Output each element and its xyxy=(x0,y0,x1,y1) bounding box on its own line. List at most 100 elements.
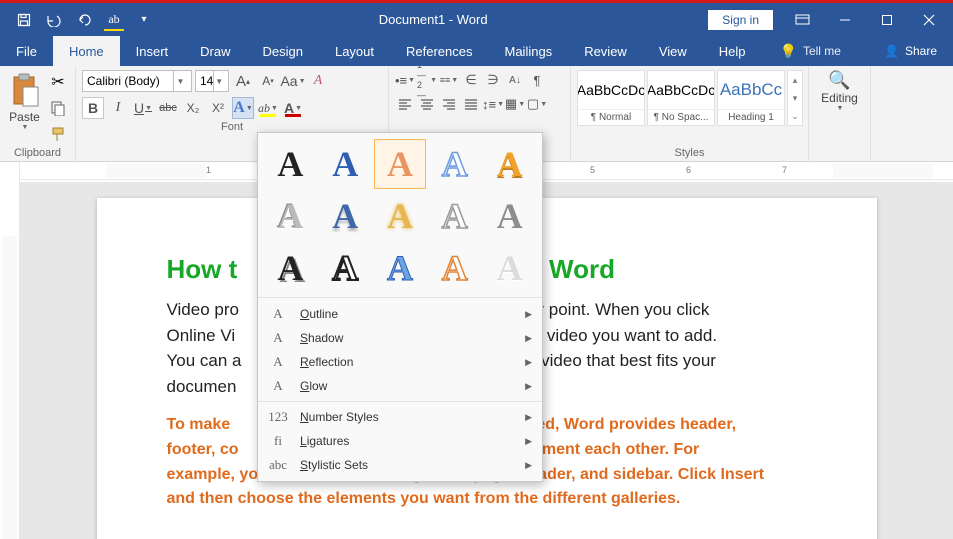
minimize-icon[interactable] xyxy=(825,6,865,34)
bulb-icon: 💡 xyxy=(780,43,797,60)
grow-font-icon[interactable]: A▴ xyxy=(232,70,254,92)
redo-icon[interactable] xyxy=(70,7,98,33)
change-case-button[interactable]: Aa▼ xyxy=(282,70,304,92)
font-name-combo[interactable]: Calibri (Body)▼ xyxy=(82,70,192,92)
tab-mailings[interactable]: Mailings xyxy=(489,36,569,66)
underline-button[interactable]: U▼ xyxy=(132,97,154,119)
chevron-down-icon: ▼ xyxy=(22,124,29,131)
subscript-button[interactable]: X₂ xyxy=(182,97,204,119)
ribbon-tabs: File Home Insert Draw Design Layout Refe… xyxy=(0,36,953,66)
style-normal[interactable]: AaBbCcDc¶ Normal xyxy=(577,70,645,126)
editing-button[interactable]: 🔍 Editing ▼ xyxy=(815,70,864,112)
effect-icon: A xyxy=(268,330,288,346)
close-icon[interactable] xyxy=(909,6,949,34)
text-effect-preset[interactable]: A xyxy=(374,139,427,189)
paste-button[interactable]: Paste ▼ xyxy=(6,70,43,131)
clear-formatting-icon[interactable]: A xyxy=(307,70,329,92)
text-effect-preset[interactable]: A xyxy=(374,191,427,241)
title-bar: ab ▾ Document1 - Word Sign in xyxy=(0,3,953,36)
numbering-icon[interactable]: 1—2—▼ xyxy=(417,70,437,90)
chevron-right-icon: ▶ xyxy=(525,412,532,423)
align-center-icon[interactable] xyxy=(417,94,437,114)
text-effect-stylistic-sets[interactable]: abcStylistic Sets▶ xyxy=(258,453,542,477)
style-heading-1[interactable]: AaBbCcHeading 1 xyxy=(717,70,785,126)
save-icon[interactable] xyxy=(10,7,38,33)
text-effect-preset[interactable]: A xyxy=(483,139,536,189)
text-effect-preset[interactable]: A xyxy=(428,139,481,189)
qat-more-icon[interactable]: ▾ xyxy=(130,7,158,33)
group-clipboard-label: Clipboard xyxy=(6,145,69,159)
tab-help[interactable]: Help xyxy=(703,36,762,66)
effect-icon: A xyxy=(268,306,288,322)
bold-button[interactable]: B xyxy=(82,97,104,119)
chevron-right-icon: ▶ xyxy=(525,357,532,368)
text-effect-preset[interactable]: A xyxy=(483,191,536,241)
text-effect-preset[interactable]: A xyxy=(319,191,372,241)
shrink-font-icon[interactable]: A▾ xyxy=(257,70,279,92)
maximize-icon[interactable] xyxy=(867,6,907,34)
font-color-button[interactable]: A▼ xyxy=(282,97,304,119)
superscript-button[interactable]: X² xyxy=(207,97,229,119)
increase-indent-icon[interactable]: ∋ xyxy=(483,70,503,90)
text-effect-preset[interactable]: A xyxy=(483,243,536,293)
text-effect-preset[interactable]: A xyxy=(319,139,372,189)
italic-button[interactable]: I xyxy=(107,97,129,119)
sign-in-button[interactable]: Sign in xyxy=(708,10,773,30)
align-left-icon[interactable] xyxy=(395,94,415,114)
tab-design[interactable]: Design xyxy=(247,36,319,66)
share-button[interactable]: 👤Share xyxy=(868,36,953,66)
tab-references[interactable]: References xyxy=(390,36,488,66)
text-effect-preset[interactable]: A xyxy=(428,243,481,293)
chevron-right-icon: ▶ xyxy=(525,436,532,447)
effect-icon: fi xyxy=(268,433,288,449)
tab-file[interactable]: File xyxy=(0,36,53,66)
bullets-icon[interactable]: •≡▼ xyxy=(395,70,415,90)
styles-gallery-scroll[interactable]: ▴▾⌄ xyxy=(787,70,803,126)
vertical-ruler[interactable] xyxy=(0,162,20,539)
chevron-right-icon: ▶ xyxy=(525,333,532,344)
copy-icon[interactable] xyxy=(47,98,69,118)
tab-review[interactable]: Review xyxy=(568,36,643,66)
effect-icon: A xyxy=(268,378,288,394)
ribbon-display-options-icon[interactable] xyxy=(783,6,823,34)
text-effect-preset[interactable]: A xyxy=(374,243,427,293)
text-effect-shadow[interactable]: AShadow▶ xyxy=(258,326,542,350)
sort-icon[interactable]: A↓ xyxy=(505,70,525,90)
highlight-color-button[interactable]: ab▼ xyxy=(257,97,279,119)
tab-home[interactable]: Home xyxy=(53,36,120,66)
undo-icon[interactable] xyxy=(40,7,68,33)
cut-icon[interactable]: ✂ xyxy=(47,72,69,92)
text-effect-preset[interactable]: A xyxy=(428,191,481,241)
text-effect-number-styles[interactable]: 123Number Styles▶ xyxy=(258,405,542,429)
text-effect-preset[interactable]: A xyxy=(264,243,317,293)
tab-layout[interactable]: Layout xyxy=(319,36,390,66)
multilevel-list-icon[interactable]: ≡≡▼ xyxy=(439,70,459,90)
decrease-indent-icon[interactable]: ∈ xyxy=(461,70,481,90)
document-title: Document1 - Word xyxy=(158,12,708,27)
style-no-spacing[interactable]: AaBbCcDc¶ No Spac... xyxy=(647,70,715,126)
text-effect-preset[interactable]: A xyxy=(264,139,317,189)
text-effect-reflection[interactable]: AReflection▶ xyxy=(258,350,542,374)
text-effect-preset[interactable]: A xyxy=(264,191,317,241)
show-marks-icon[interactable]: ¶ xyxy=(527,70,547,90)
font-size-combo[interactable]: 14▼ xyxy=(195,70,229,92)
align-right-icon[interactable] xyxy=(439,94,459,114)
tab-view[interactable]: View xyxy=(643,36,703,66)
spelling-icon[interactable]: ab xyxy=(100,7,128,33)
justify-icon[interactable] xyxy=(461,94,481,114)
effect-icon: 123 xyxy=(268,409,288,425)
strikethrough-button[interactable]: abc xyxy=(157,97,179,119)
text-effect-outline[interactable]: AOutline▶ xyxy=(258,302,542,326)
text-effect-preset[interactable]: A xyxy=(319,243,372,293)
tell-me-search[interactable]: 💡Tell me xyxy=(780,36,841,66)
find-icon: 🔍 xyxy=(828,70,850,91)
shading-icon[interactable]: ▦▼ xyxy=(505,94,525,114)
text-effect-glow[interactable]: AGlow▶ xyxy=(258,374,542,398)
tab-draw[interactable]: Draw xyxy=(184,36,246,66)
tab-insert[interactable]: Insert xyxy=(120,36,185,66)
borders-icon[interactable]: ▢▼ xyxy=(527,94,547,114)
text-effects-button[interactable]: A▼ xyxy=(232,97,254,119)
line-spacing-icon[interactable]: ↕≡▼ xyxy=(483,94,503,114)
text-effect-ligatures[interactable]: fiLigatures▶ xyxy=(258,429,542,453)
format-painter-icon[interactable] xyxy=(47,124,69,144)
